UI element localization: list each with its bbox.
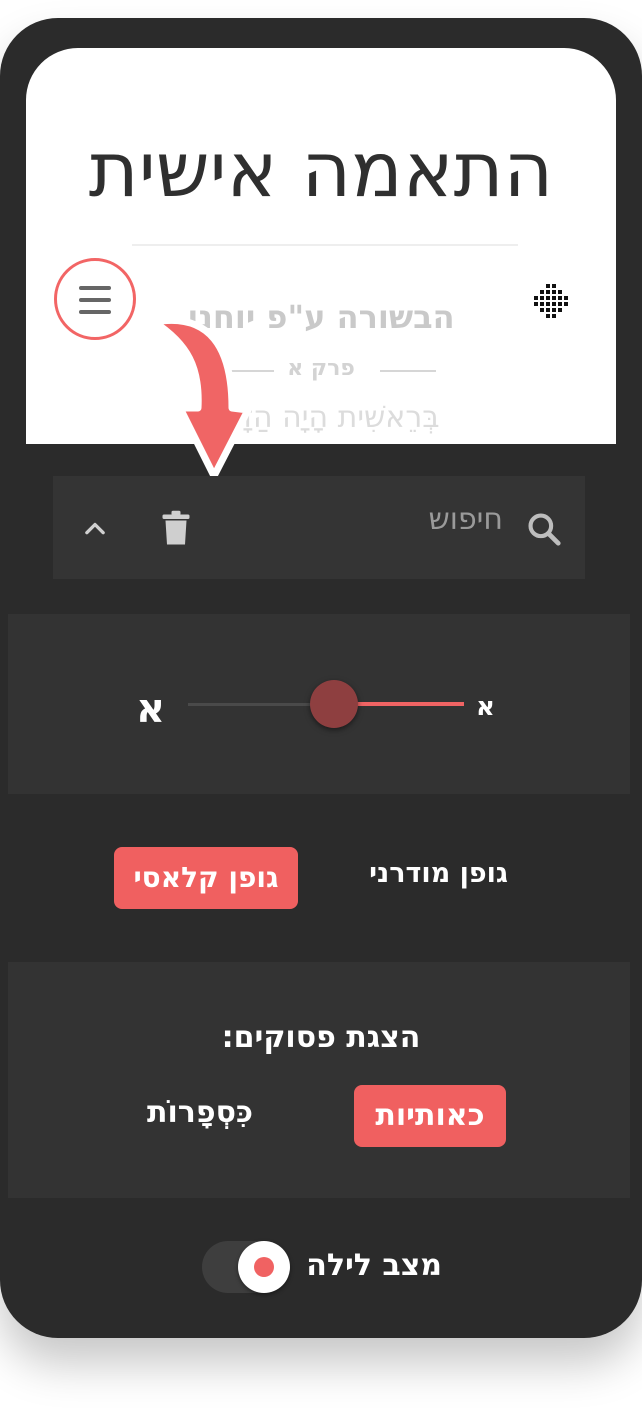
chapter-divider-right: [380, 370, 436, 372]
night-mode-toggle-knob[interactable]: [238, 1241, 290, 1293]
search-icon[interactable]: [525, 510, 563, 548]
font-size-min-label: א: [476, 692, 495, 722]
search-bar: חיפוש: [53, 476, 585, 579]
verse-display-section: [8, 962, 630, 1198]
font-size-slider-thumb[interactable]: [310, 680, 358, 728]
font-family-section: [8, 798, 630, 958]
search-input[interactable]: חיפוש: [353, 502, 503, 537]
curved-arrow-pointer: [150, 316, 252, 480]
font-modern-button[interactable]: גופן מודרני: [330, 858, 508, 889]
preview-card: התאמה אישית הבשורה ע"פ יוחנן פרק א בְּרֵ…: [26, 48, 616, 444]
chevron-up-icon[interactable]: [81, 514, 109, 542]
font-classic-button[interactable]: גופן קלאסי: [114, 847, 298, 909]
trash-icon[interactable]: [161, 510, 191, 546]
font-size-max-label: א: [136, 686, 166, 732]
verse-numbers-button[interactable]: כִּסְפָרוֹת: [130, 1095, 270, 1130]
verse-letters-button[interactable]: כאותיות: [354, 1085, 506, 1147]
toggle-indicator-dot: [254, 1257, 274, 1277]
chapter-header: פרק א: [26, 356, 616, 386]
menu-button[interactable]: [54, 258, 136, 340]
chapter-label: פרק א: [287, 356, 355, 381]
verse-display-title: הצגת פסוקים:: [221, 1020, 421, 1055]
night-mode-label: מצב לילה: [306, 1248, 442, 1283]
title-divider: [132, 244, 518, 246]
grid-icon[interactable]: [534, 284, 568, 318]
page-title: התאמה אישית: [88, 125, 554, 214]
